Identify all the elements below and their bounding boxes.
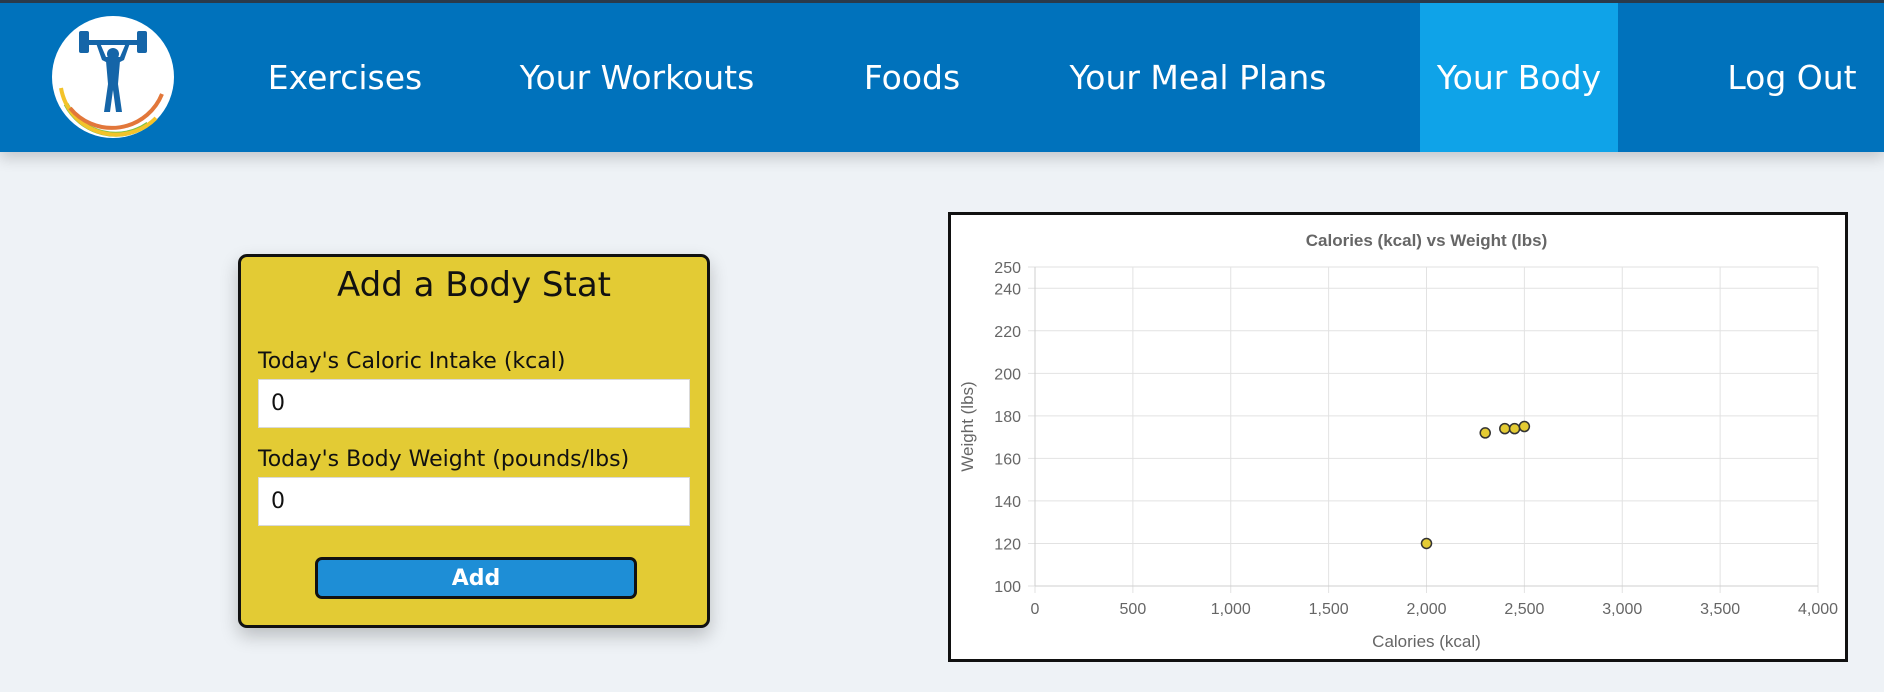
x-tick-label: 500 — [1120, 601, 1147, 618]
x-tick-label: 3,500 — [1700, 601, 1740, 618]
data-point — [1499, 422, 1511, 435]
y-tick-label: 100 — [994, 579, 1021, 596]
y-tick-label: 160 — [994, 451, 1021, 468]
x-tick-label: 2,000 — [1406, 601, 1446, 618]
x-tick-label: 1,500 — [1309, 601, 1349, 618]
x-tick-label: 3,000 — [1602, 601, 1642, 618]
weight-input[interactable] — [258, 477, 690, 526]
navbar: Exercises Your Workouts Foods Your Meal … — [0, 0, 1884, 152]
y-tick-label: 200 — [994, 366, 1021, 383]
y-tick-label: 180 — [994, 409, 1021, 426]
chart-panel: 0 500 1,000 1,500 2,000 2,500 3,000 3,500 4,000 1… — [948, 212, 1848, 662]
x-tick-label: 4,000 — [1798, 601, 1838, 618]
data-point — [1479, 427, 1491, 439]
x-tick-label: 1,000 — [1211, 601, 1251, 618]
x-axis-title: Calories (kcal) — [1372, 632, 1481, 651]
nav-your-body[interactable]: Your Body — [1420, 3, 1618, 152]
y-axis-title: Weight (lbs) — [958, 381, 977, 471]
y-tick-label: 140 — [994, 494, 1021, 511]
chart-title: Calories (kcal) vs Weight (lbs) — [1306, 231, 1548, 250]
data-point — [1420, 537, 1433, 550]
nav-your-meal-plans[interactable]: Your Meal Plans — [1058, 3, 1338, 152]
calories-label: Today's Caloric Intake (kcal) — [258, 349, 566, 374]
weightlifter-logo-icon[interactable] — [52, 16, 174, 138]
card-title: Add a Body Stat — [337, 265, 611, 305]
nav-exercises[interactable]: Exercises — [252, 3, 438, 152]
data-point — [1508, 422, 1521, 435]
x-tick-label: 2,500 — [1504, 601, 1544, 618]
y-tick-label: 240 — [994, 281, 1021, 298]
weight-label: Today's Body Weight (pounds/lbs) — [258, 447, 630, 472]
x-tick-label: 0 — [1031, 601, 1040, 618]
nav-log-out[interactable]: Log Out — [1700, 3, 1884, 152]
y-tick-label: 250 — [994, 260, 1021, 277]
nav-your-workouts[interactable]: Your Workouts — [504, 3, 770, 152]
data-point — [1518, 420, 1531, 433]
nav-foods[interactable]: Foods — [852, 3, 972, 152]
y-tick-label: 120 — [994, 536, 1021, 553]
calories-input[interactable] — [258, 379, 690, 428]
add-body-stat-card: Add a Body Stat Today's Caloric Intake (… — [238, 254, 710, 628]
scatter-chart: 0 500 1,000 1,500 2,000 2,500 3,000 3,500 4,000 1… — [958, 231, 1838, 651]
y-tick-label: 220 — [994, 324, 1021, 341]
add-button[interactable]: Add — [315, 557, 637, 599]
